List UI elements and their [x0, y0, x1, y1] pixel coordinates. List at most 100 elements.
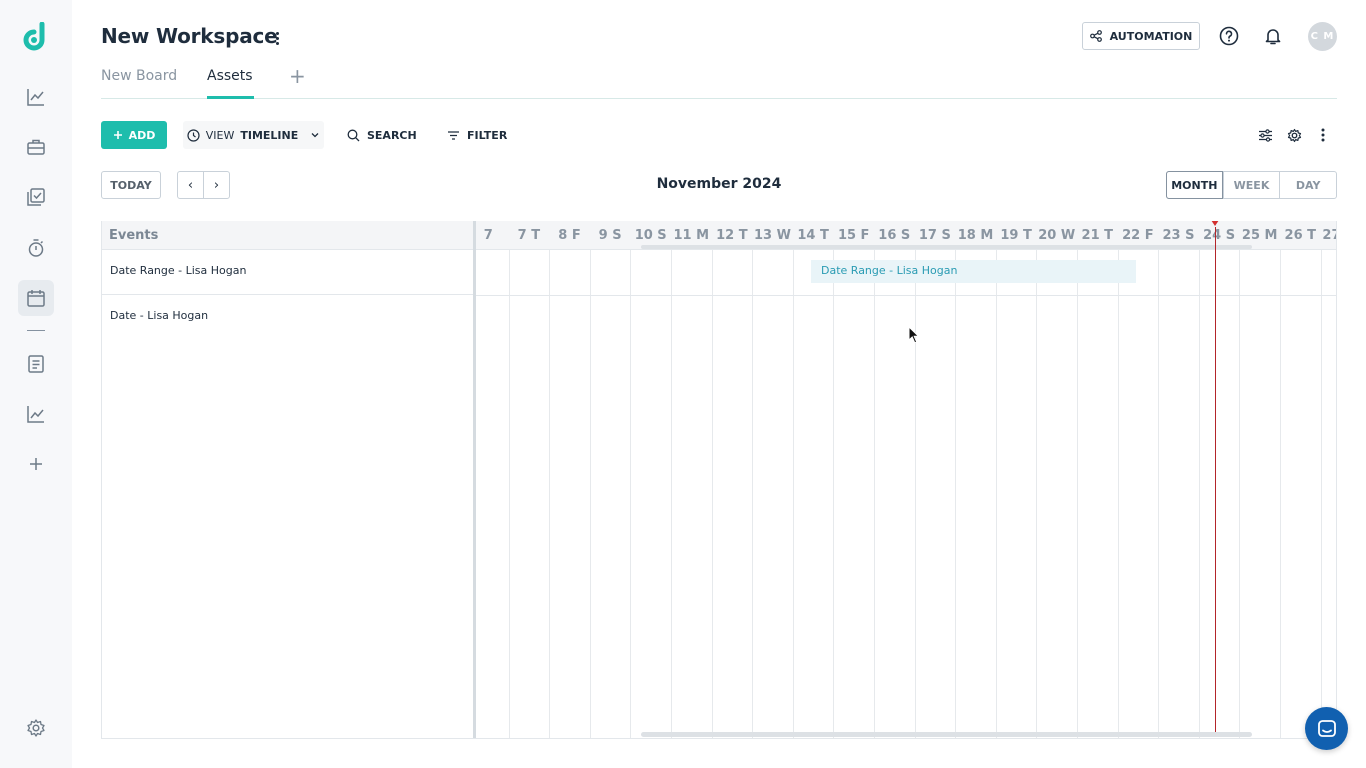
day-header-label: 23 S: [1162, 228, 1195, 243]
day-header-label: 18 M: [957, 228, 994, 243]
view-prefix: VIEW: [205, 128, 235, 142]
logo-icon[interactable]: [22, 22, 50, 52]
sidebar-settings-button[interactable]: [18, 710, 54, 746]
horizontal-scrollbar[interactable]: [641, 732, 1252, 737]
day-column-line: [752, 250, 754, 738]
event-bar[interactable]: Date Range - Lisa Hogan: [811, 260, 1136, 283]
range-month-button[interactable]: MONTH: [1166, 171, 1223, 199]
date-navigation: ‹ ›: [177, 171, 230, 199]
range-week-button[interactable]: WEEK: [1222, 172, 1280, 198]
help-icon[interactable]: [1217, 24, 1241, 48]
month-title: November 2024: [656, 176, 782, 192]
gear-icon[interactable]: [1285, 126, 1303, 144]
filter-label: FILTER: [467, 128, 508, 142]
analytics-icon: [27, 89, 44, 106]
timer-icon: [28, 239, 44, 257]
day-column-line: [955, 250, 957, 738]
bell-icon[interactable]: [1261, 24, 1285, 48]
day-header-label: 13 W: [754, 228, 791, 243]
active-tab-indicator: [207, 96, 254, 99]
day-column-line: [792, 250, 794, 738]
events-column: Date Range - Lisa Hogan Date - Lisa Hoga…: [102, 250, 473, 738]
range-selector: MONTH WEEK DAY: [1166, 171, 1337, 199]
event-row[interactable]: Date - Lisa Hogan: [102, 295, 473, 340]
plus-icon: [30, 458, 42, 470]
automation-label: AUTOMATION: [1109, 29, 1193, 43]
day-column-line: [914, 250, 916, 738]
view-value: TIMELINE: [240, 128, 299, 142]
briefcase-icon: [27, 139, 45, 155]
clock-icon: [187, 128, 200, 142]
day-column-line: [1280, 250, 1281, 738]
day-column-line: [589, 250, 591, 738]
day-header-label: 12 T: [716, 228, 748, 243]
timeline: Events Date Range - Lisa Hogan Date - Li…: [101, 221, 1337, 739]
day-column-line: [1198, 250, 1200, 738]
sidebar-item-calendar[interactable]: [18, 280, 54, 316]
days-grid: 7 7 T 8 F 9 S 10 S 11 M 12 T 13 W 14 T 15 F 16 S 17…: [476, 221, 1336, 738]
workspace-title: New Workspace: [101, 24, 278, 48]
day-column-line: [1239, 250, 1241, 738]
user-avatar[interactable]: C M: [1308, 22, 1337, 51]
add-label: ADD: [128, 128, 156, 142]
search-button[interactable]: SEARCH: [347, 121, 417, 149]
day-header-label: 24 S: [1203, 228, 1236, 243]
prev-button[interactable]: ‹: [178, 172, 204, 198]
calendar-icon: [27, 290, 45, 307]
sidebar-add-button[interactable]: [18, 446, 54, 482]
view-selector[interactable]: VIEW TIMELINE: [183, 121, 324, 149]
range-day-button[interactable]: DAY: [1279, 172, 1336, 198]
sidebar-item-document[interactable]: [18, 346, 54, 382]
sidebar-item-analytics[interactable]: [18, 79, 54, 115]
sidebar-item-timer[interactable]: [18, 230, 54, 266]
filter-button[interactable]: FILTER: [447, 121, 507, 149]
day-column-line: [508, 250, 510, 738]
mouse-cursor-icon: [908, 326, 920, 344]
sliders-icon[interactable]: [1256, 126, 1274, 144]
day-column-line: [995, 250, 997, 738]
events-header-label: Events: [109, 228, 159, 243]
automation-button[interactable]: AUTOMATION: [1082, 22, 1200, 50]
horizontal-scrollbar-top[interactable]: [641, 245, 1252, 249]
document-icon: [28, 355, 44, 373]
day-header-label: 27 W: [1322, 228, 1336, 243]
today-line: [1215, 227, 1216, 733]
add-tab-icon[interactable]: +: [289, 66, 306, 86]
sidebar-divider: [27, 330, 45, 331]
day-header-label: 7 T: [517, 228, 541, 243]
chat-icon: [1317, 719, 1336, 737]
search-label: SEARCH: [367, 128, 417, 142]
day-header-label: 25 M: [1241, 228, 1278, 243]
board-tabs: New Board Assets +: [101, 60, 1337, 99]
day-column-line: [833, 250, 835, 738]
add-button[interactable]: ADD: [101, 121, 167, 149]
day-header-label: 26 T: [1284, 228, 1317, 243]
day-column-line: [1158, 250, 1160, 738]
search-icon: [347, 129, 360, 141]
next-button[interactable]: ›: [204, 172, 229, 198]
tab-assets[interactable]: Assets: [207, 68, 253, 84]
sidebar-item-tasks[interactable]: [18, 179, 54, 215]
workspace-menu-icon[interactable]: [270, 28, 284, 48]
today-button[interactable]: TODAY: [101, 171, 161, 199]
chat-support-button[interactable]: [1305, 707, 1348, 750]
more-options-icon[interactable]: [1314, 126, 1332, 144]
sidebar-item-briefcase[interactable]: [18, 129, 54, 165]
events-header: Events: [102, 221, 473, 250]
sidebar: [0, 0, 72, 768]
day-column-line: [630, 250, 632, 738]
plus-icon: [113, 131, 122, 139]
day-column-line: [1077, 250, 1078, 738]
sidebar-item-reports[interactable]: [18, 396, 54, 432]
day-header-label: 20 W: [1038, 228, 1076, 243]
day-column-line: [1117, 250, 1119, 738]
day-column-line: [549, 250, 551, 738]
automation-icon: [1089, 30, 1102, 42]
day-column-line: [1320, 250, 1322, 738]
day-header-label: 9 S: [598, 228, 622, 243]
filter-icon: [448, 130, 459, 140]
event-row[interactable]: Date Range - Lisa Hogan: [102, 250, 473, 295]
day-header-label: 14 T: [797, 228, 829, 243]
day-header-label: 11 M: [673, 228, 710, 243]
tab-new-board[interactable]: New Board: [101, 68, 177, 84]
